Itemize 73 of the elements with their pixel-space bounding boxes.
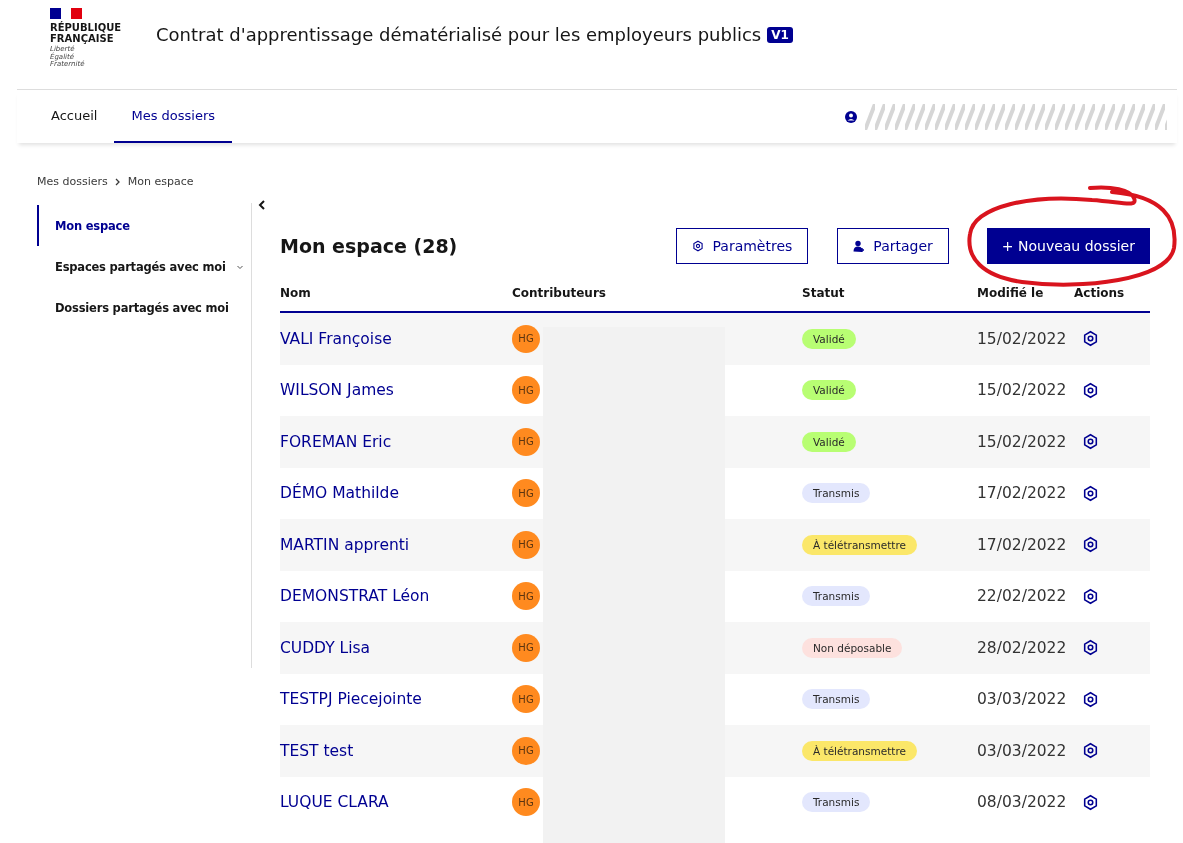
user-icon xyxy=(845,110,857,123)
status-tag: Non déposable xyxy=(802,637,903,658)
record-link[interactable]: VALI Françoise xyxy=(280,329,392,348)
date-text: 15/02/2022 xyxy=(977,432,1067,451)
status-tag: Transmis xyxy=(802,792,871,813)
record-link[interactable]: WILSON James xyxy=(280,381,394,400)
avatar: HG xyxy=(512,427,540,456)
status-tag: À télétransmettre xyxy=(802,740,917,761)
avatar: HG xyxy=(512,633,540,662)
column-header: Nom xyxy=(280,286,311,300)
new-folder-button[interactable]: + Nouveau dossier xyxy=(986,228,1150,264)
date-text: 03/03/2022 xyxy=(977,741,1067,760)
record-link[interactable]: FOREMAN Eric xyxy=(280,432,392,451)
breadcrumb-link[interactable]: Mes dossiers xyxy=(37,175,108,188)
avatar: HG xyxy=(512,736,540,765)
record-link[interactable]: CUDDY Lisa xyxy=(280,638,371,657)
settings-icon xyxy=(1082,793,1099,811)
settings-button[interactable]: Paramètres xyxy=(676,228,809,264)
sidebar-item[interactable]: Dossiers partagés avec moi xyxy=(37,287,251,328)
settings-icon xyxy=(1082,536,1099,554)
avatar: HG xyxy=(512,582,540,611)
avatar: HG xyxy=(512,479,540,508)
avatar: HG xyxy=(512,788,540,817)
status-tag: À télétransmettre xyxy=(802,534,917,555)
record-link[interactable]: TESTPJ Piecejointe xyxy=(280,690,422,709)
status-tag: Transmis xyxy=(802,483,871,504)
record-link[interactable]: DEMONSTRAT Léon xyxy=(280,587,430,606)
page-title: Mon espace (28) xyxy=(280,235,459,257)
settings-icon xyxy=(1082,381,1099,399)
status-tag: Validé xyxy=(802,431,856,452)
record-link[interactable]: TEST test xyxy=(280,741,354,760)
date-text: 17/02/2022 xyxy=(977,535,1067,554)
breadcrumb-current: Mon espace xyxy=(127,175,194,188)
status-tag: Transmis xyxy=(802,689,871,710)
settings-icon xyxy=(1082,587,1099,605)
sidebar-item[interactable]: Espaces partagés avec moi xyxy=(37,246,251,287)
avatar: HG xyxy=(512,685,540,714)
share-button[interactable]: Partager xyxy=(837,228,949,264)
flag-icon xyxy=(50,8,82,19)
settings-icon xyxy=(692,240,705,252)
column-header: Modifié le xyxy=(977,286,1044,300)
settings-icon xyxy=(1082,690,1099,708)
version-badge: V1 xyxy=(767,26,793,43)
avatar: HG xyxy=(512,324,540,353)
chevron-right-icon xyxy=(113,177,122,186)
date-text: 22/02/2022 xyxy=(977,587,1067,606)
settings-icon xyxy=(1082,433,1099,451)
record-link[interactable]: DÉMO Mathilde xyxy=(280,484,399,503)
avatar: HG xyxy=(512,530,540,559)
avatar: HG xyxy=(512,376,540,405)
date-text: 03/03/2022 xyxy=(977,690,1067,709)
status-tag: Validé xyxy=(802,380,856,401)
column-header: Statut xyxy=(802,286,845,300)
collapse-icon[interactable] xyxy=(257,199,267,211)
column-header: Contributeurs xyxy=(512,286,606,300)
date-text: 17/02/2022 xyxy=(977,484,1067,503)
settings-icon xyxy=(1082,484,1099,502)
settings-icon xyxy=(1082,742,1099,760)
record-link[interactable]: LUQUE CLARA xyxy=(280,793,389,812)
settings-icon xyxy=(1082,639,1099,657)
nav-link[interactable]: Mes dossiers xyxy=(114,90,233,143)
date-text: 08/03/2022 xyxy=(977,793,1067,812)
site-title: Contrat d'apprentissage dématérialisé pour les employeurs publics xyxy=(156,24,762,45)
date-text: 15/02/2022 xyxy=(977,381,1067,400)
user-plus-icon xyxy=(853,240,866,252)
logo-text: RÉPUBLIQUE FRANÇAISE xyxy=(50,22,123,44)
status-tag: Transmis xyxy=(802,586,871,607)
column-header: Actions xyxy=(1074,286,1125,300)
nav-link[interactable]: Accueil xyxy=(34,90,115,143)
date-text: 28/02/2022 xyxy=(977,638,1067,657)
status-tag: Validé xyxy=(802,328,856,349)
settings-icon xyxy=(1082,330,1099,348)
date-text: 15/02/2022 xyxy=(977,329,1067,348)
